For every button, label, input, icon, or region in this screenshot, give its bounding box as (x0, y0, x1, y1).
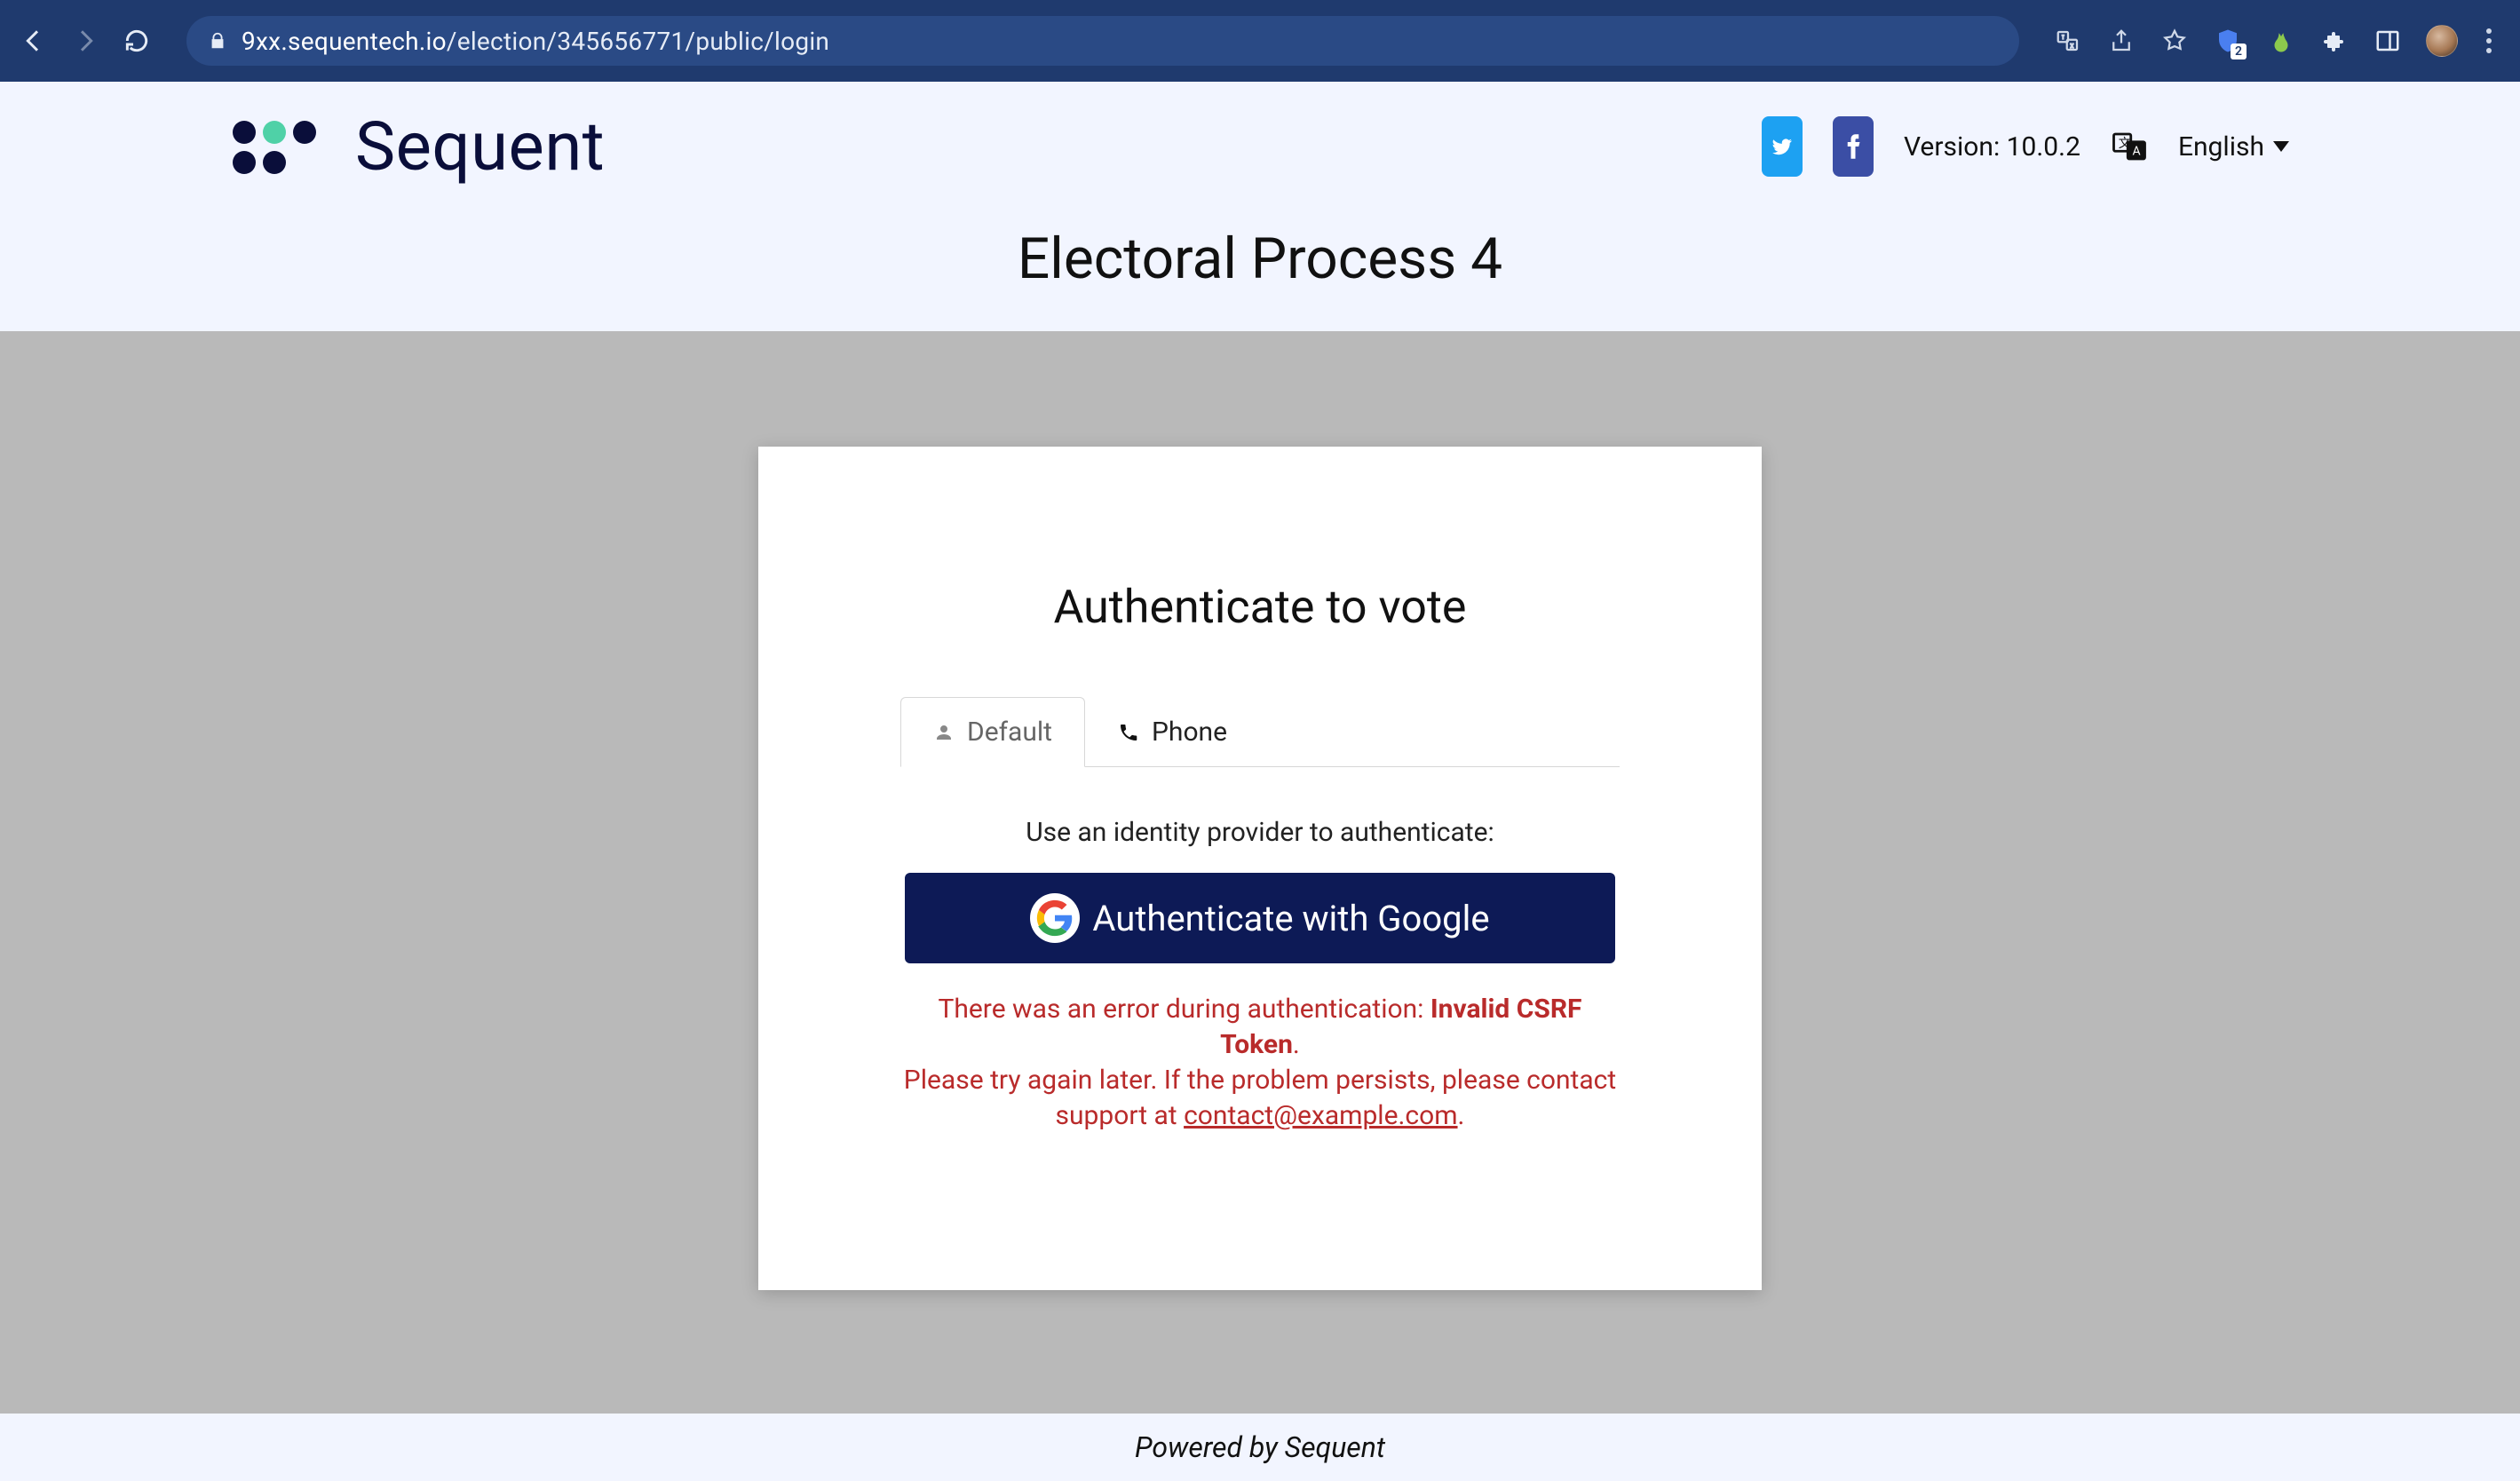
panel-icon[interactable] (2373, 26, 2403, 56)
facebook-button[interactable] (1833, 116, 1874, 177)
bookmark-star-icon[interactable] (2159, 26, 2190, 56)
reload-button[interactable] (121, 25, 153, 57)
language-label: English (2178, 131, 2264, 162)
profile-avatar[interactable] (2426, 25, 2458, 57)
err-line2-post: . (1458, 1100, 1465, 1131)
chevron-down-icon (2273, 141, 2289, 152)
extension-pear-icon[interactable] (2266, 26, 2296, 56)
use-idp-text: Use an identity provider to authenticate… (900, 817, 1620, 848)
body-area: Authenticate to vote Default Phone Use a… (0, 331, 2520, 1414)
url-text: 9xx.sequentech.io/election/345656771/pub… (242, 27, 829, 56)
extension-badge: 2 (2231, 44, 2247, 59)
svg-text:A: A (2132, 145, 2140, 159)
forward-button[interactable] (69, 25, 101, 57)
share-icon[interactable] (2106, 26, 2136, 56)
logo-text: Sequent (355, 107, 605, 186)
address-bar[interactable]: 9xx.sequentech.io/election/345656771/pub… (186, 16, 2019, 66)
err-line1-post: . (1293, 1029, 1300, 1060)
extensions-puzzle-icon[interactable] (2319, 26, 2350, 56)
err-line1-pre: There was an error during authentication… (938, 994, 1430, 1025)
page: Sequent Version: 10.0.2 文A English El (0, 82, 2520, 1481)
google-logo-icon (1030, 893, 1080, 943)
auth-tabs: Default Phone (900, 696, 1620, 767)
support-email-link[interactable]: contact@example.com (1184, 1100, 1457, 1131)
page-header: Sequent Version: 10.0.2 文A English El (0, 82, 2520, 331)
language-select[interactable]: English (2178, 131, 2289, 162)
svg-text:文: 文 (2119, 137, 2131, 151)
language-icon: 文A (2111, 128, 2148, 165)
browser-toolbar: 9xx.sequentech.io/election/345656771/pub… (0, 0, 2520, 82)
header-right: Version: 10.0.2 文A English (1762, 116, 2289, 177)
tab-default-label: Default (967, 717, 1052, 748)
tab-phone[interactable]: Phone (1085, 697, 1260, 767)
google-auth-label: Authenticate with Google (1092, 898, 1489, 939)
footer: Powered by Sequent (0, 1414, 2520, 1481)
tab-default[interactable]: Default (900, 697, 1085, 767)
lock-icon (208, 30, 227, 51)
tab-phone-label: Phone (1152, 717, 1227, 748)
twitter-button[interactable] (1762, 116, 1803, 177)
auth-error: There was an error during authentication… (900, 992, 1620, 1134)
back-button[interactable] (18, 25, 50, 57)
google-auth-button[interactable]: Authenticate with Google (905, 873, 1615, 963)
footer-text: Powered by Sequent (1135, 1430, 1385, 1464)
translate-icon[interactable] (2053, 26, 2083, 56)
phone-icon (1118, 722, 1139, 743)
logo[interactable]: Sequent (231, 107, 605, 186)
auth-card: Authenticate to vote Default Phone Use a… (758, 447, 1762, 1290)
topbar: Sequent Version: 10.0.2 文A English (231, 107, 2289, 186)
version-text: Version: 10.0.2 (1904, 131, 2080, 162)
extension-shield-icon[interactable]: 2 (2213, 26, 2243, 56)
logo-mark (231, 115, 337, 178)
page-title: Electoral Process 4 (231, 226, 2289, 292)
browser-actions: 2 (2053, 25, 2502, 57)
card-title: Authenticate to vote (900, 580, 1620, 634)
user-icon (933, 722, 955, 743)
kebab-menu-icon[interactable] (2486, 28, 2492, 53)
nav-arrows (18, 25, 153, 57)
